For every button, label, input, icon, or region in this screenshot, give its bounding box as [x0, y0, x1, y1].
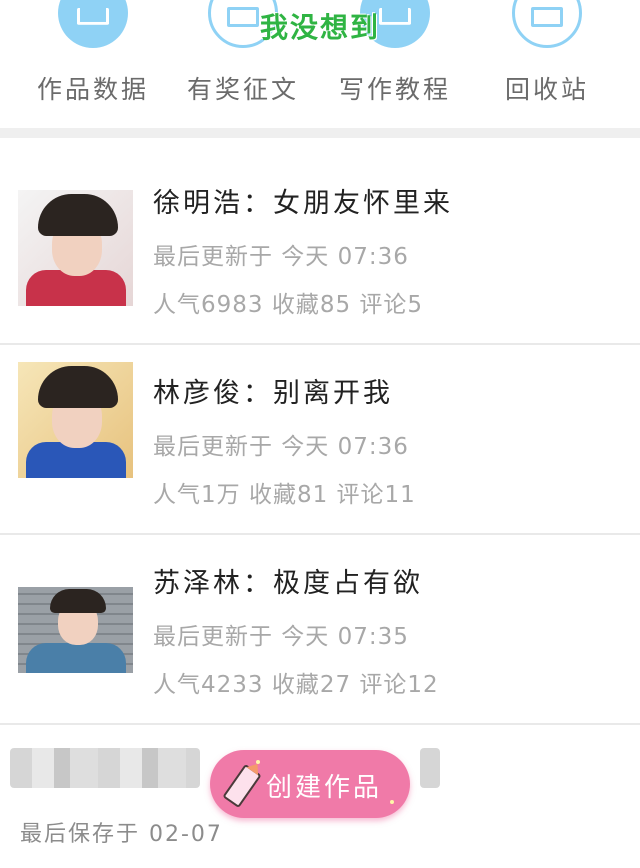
- work-cover-image: [18, 587, 133, 673]
- overlay-caption: 我没想到: [259, 11, 380, 44]
- pencil-icon: [222, 763, 262, 809]
- nav-label: 作品数据: [36, 75, 149, 104]
- blurred-title-tail: [420, 748, 440, 788]
- sparkle-decoration: [390, 800, 394, 804]
- nav-label: 有奖征文: [186, 75, 299, 104]
- work-updated: 最后更新于 今天 07:35: [153, 624, 409, 650]
- work-title: 林彦俊：别离开我: [153, 378, 393, 409]
- work-stats: 人气4233 收藏27 评论12: [153, 672, 439, 698]
- sparkle-decoration: [256, 760, 260, 764]
- work-item[interactable]: 林彦俊：别离开我 最后更新于 今天 07:36 人气1万 收藏81 评论11: [0, 345, 640, 535]
- work-title: 苏泽林：极度占有欲: [153, 568, 423, 599]
- work-updated: 最后更新于 今天 07:36: [153, 434, 409, 460]
- draft-item[interactable]: 最后保存于 02-07 创建作品: [0, 726, 640, 868]
- draft-saved-time: 最后保存于 02-07: [20, 822, 223, 847]
- create-work-button[interactable]: 创建作品: [210, 750, 410, 818]
- create-work-label: 创建作品: [266, 773, 383, 803]
- section-divider: [0, 128, 640, 138]
- work-stats: 人气6983 收藏85 评论5: [153, 292, 424, 318]
- nav-label: 写作教程: [338, 75, 451, 104]
- work-cover-image: [18, 362, 133, 478]
- work-title: 徐明浩：女朋友怀里来: [153, 188, 453, 219]
- top-nav: 作品数据 有奖征文 写作教程 回收站 我没想到: [0, 0, 640, 128]
- nav-label: 回收站: [504, 75, 589, 104]
- work-stats: 人气1万 收藏81 评论11: [153, 482, 416, 508]
- blurred-title: [10, 748, 200, 788]
- work-updated: 最后更新于 今天 07:36: [153, 244, 409, 270]
- work-item[interactable]: 苏泽林：极度占有欲 最后更新于 今天 07:35 人气4233 收藏27 评论1…: [0, 535, 640, 725]
- work-item[interactable]: 徐明浩：女朋友怀里来 最后更新于 今天 07:36 人气6983 收藏85 评论…: [0, 155, 640, 345]
- work-cover-image: [18, 190, 133, 306]
